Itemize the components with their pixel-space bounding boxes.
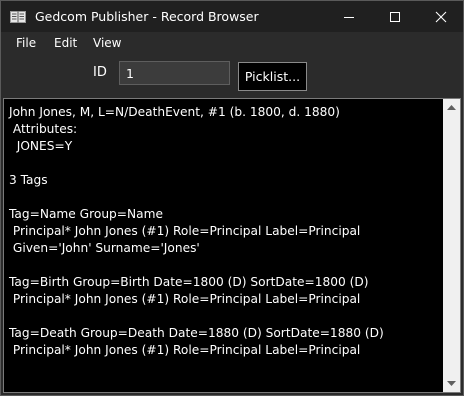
- minimize-button[interactable]: [326, 1, 372, 32]
- maximize-icon: [390, 12, 400, 22]
- menu-view[interactable]: View: [93, 36, 121, 50]
- record-browser-window: Gedcom Publisher - Record Browser File E…: [0, 0, 464, 396]
- scroll-up-arrow-icon: [447, 105, 456, 110]
- id-input[interactable]: [119, 61, 230, 85]
- menu-edit[interactable]: Edit: [54, 36, 77, 50]
- window-title: Gedcom Publisher - Record Browser: [35, 9, 259, 24]
- menu-file[interactable]: File: [16, 36, 36, 50]
- scroll-down-arrow-icon: [447, 381, 456, 386]
- id-label: ID: [93, 65, 107, 80]
- close-button[interactable]: [418, 1, 463, 32]
- record-details-text: John Jones, M, L=N/DeathEvent, #1 (b. 18…: [9, 105, 384, 357]
- minimize-icon: [344, 17, 354, 18]
- title-bar[interactable]: Gedcom Publisher - Record Browser: [1, 1, 463, 32]
- close-icon: [435, 11, 447, 23]
- maximize-button[interactable]: [372, 1, 418, 32]
- scroll-track[interactable]: [443, 116, 460, 375]
- book-icon: [10, 9, 26, 23]
- record-text-area[interactable]: John Jones, M, L=N/DeathEvent, #1 (b. 18…: [3, 98, 461, 393]
- menu-bar: File Edit View: [1, 32, 463, 54]
- picklist-button[interactable]: Picklist...: [238, 62, 307, 91]
- scroll-up-button[interactable]: [443, 99, 460, 116]
- scroll-down-button[interactable]: [443, 375, 460, 392]
- vertical-scrollbar[interactable]: [443, 99, 460, 392]
